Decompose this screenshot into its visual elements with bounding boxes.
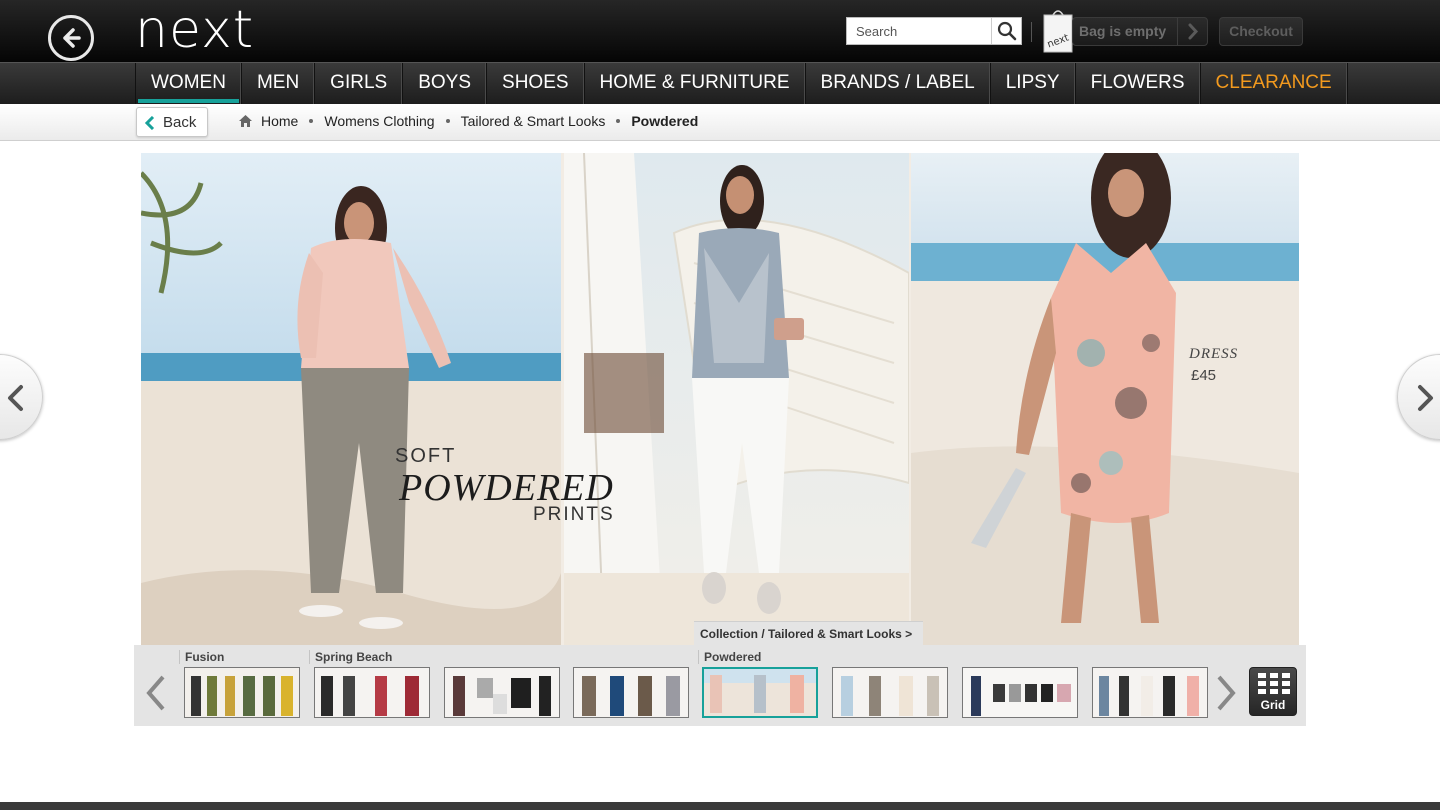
dress-price: £45 xyxy=(1191,367,1217,384)
thumbnail-fusion[interactable] xyxy=(184,667,300,718)
chevron-right-icon xyxy=(1418,385,1433,411)
hero-caption-prints: PRINTS xyxy=(533,504,615,525)
nav-item-shoes[interactable]: SHOES xyxy=(487,63,585,104)
thumbnail-spring-beach[interactable] xyxy=(314,667,430,718)
nav-item-clearance[interactable]: CLEARANCE xyxy=(1201,63,1348,104)
main-nav: WOMEN MEN GIRLS BOYS SHOES HOME & FURNIT… xyxy=(0,62,1440,104)
thumbnail-6[interactable] xyxy=(832,667,948,718)
breadcrumb-separator xyxy=(445,119,450,123)
breadcrumb-bar: Back Home Womens Clothing Tailored & Sma… xyxy=(0,104,1440,141)
strip-next-icon[interactable] xyxy=(1214,675,1238,711)
nav-item-flowers[interactable]: FLOWERS xyxy=(1076,63,1201,104)
group-label-spring-beach: Spring Beach xyxy=(309,650,392,664)
collection-tag[interactable]: Collection / Tailored & Smart Looks > xyxy=(694,621,923,645)
breadcrumb-separator xyxy=(616,119,621,123)
thumbnail-powdered-active[interactable] xyxy=(702,667,818,718)
shopping-bag-icon[interactable]: next xyxy=(1041,8,1075,54)
nav-item-home-furniture[interactable]: HOME & FURNITURE xyxy=(585,63,806,104)
back-button[interactable]: Back xyxy=(136,107,208,137)
breadcrumb-home[interactable]: Home xyxy=(261,113,298,129)
strip-prev-icon[interactable] xyxy=(144,675,168,711)
breadcrumb-tailored-smart-looks[interactable]: Tailored & Smart Looks xyxy=(461,113,606,129)
divider xyxy=(1031,22,1032,42)
thumbnail-7[interactable] xyxy=(962,667,1078,718)
thumbnail-8[interactable] xyxy=(1092,667,1208,718)
breadcrumb-current: Powdered xyxy=(631,113,699,129)
grid-icon xyxy=(1258,673,1290,694)
thumbnail-4[interactable] xyxy=(573,667,689,718)
dress-label: DRESS xyxy=(1189,346,1239,362)
home-icon xyxy=(239,114,252,127)
checkout-button[interactable]: Checkout xyxy=(1219,17,1303,46)
chevron-left-icon xyxy=(144,116,155,130)
chevron-left-icon xyxy=(8,385,23,411)
breadcrumb-separator xyxy=(309,119,314,123)
group-label-fusion: Fusion xyxy=(179,650,224,664)
breadcrumb-womens-clothing[interactable]: Womens Clothing xyxy=(324,113,434,129)
breadcrumb: Home Womens Clothing Tailored & Smart Lo… xyxy=(239,113,698,129)
search-box xyxy=(846,17,1022,45)
search-input[interactable] xyxy=(847,18,991,44)
bag-status-label: Bag is empty xyxy=(1079,23,1167,39)
nav-item-brands-label[interactable]: BRANDS / LABEL xyxy=(806,63,991,104)
back-label: Back xyxy=(163,114,197,131)
next-app: next next Bag is empty Checko xyxy=(0,0,1440,810)
next-logo[interactable]: next xyxy=(135,2,254,58)
search-icon xyxy=(997,21,1017,41)
hero-panel-top[interactable] xyxy=(564,153,909,645)
grid-label: Grid xyxy=(1260,698,1286,712)
nav-item-women[interactable]: WOMEN xyxy=(136,63,242,104)
bag-status-button[interactable]: Bag is empty xyxy=(1072,17,1208,46)
hero-panel-dress[interactable] xyxy=(911,153,1299,645)
chevron-right-icon xyxy=(1177,18,1207,45)
top-bar: next next Bag is empty Checko xyxy=(0,0,1440,62)
next-slide-button[interactable] xyxy=(1397,354,1440,440)
group-label-powdered: Powdered xyxy=(698,650,761,664)
previous-slide-button[interactable] xyxy=(0,354,43,440)
nav-item-girls[interactable]: GIRLS xyxy=(315,63,404,104)
app-bottom-bar xyxy=(0,802,1440,810)
grid-view-button[interactable]: Grid xyxy=(1249,667,1297,716)
nav-item-lipsy[interactable]: LIPSY xyxy=(991,63,1076,104)
hero-banner[interactable]: SOFT POWDERED PRINTS DRESS £45 xyxy=(141,153,1299,645)
app-back-button[interactable] xyxy=(48,15,94,61)
thumbnail-3[interactable] xyxy=(444,667,560,718)
search-button[interactable] xyxy=(991,18,1021,44)
nav-item-boys[interactable]: BOYS xyxy=(403,63,488,104)
arrow-left-icon xyxy=(63,28,81,48)
hero-panel-blouse[interactable] xyxy=(141,153,561,645)
hero-caption-soft: SOFT xyxy=(395,445,457,467)
nav-item-men[interactable]: MEN xyxy=(242,63,316,104)
